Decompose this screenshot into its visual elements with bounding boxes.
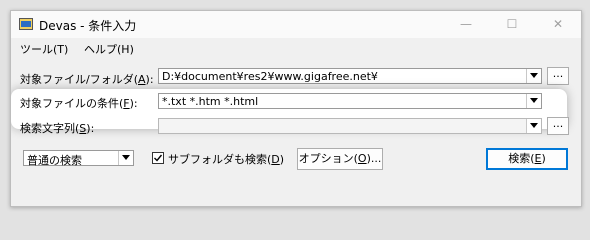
search-mode-dropdown-arrow[interactable] <box>118 151 133 165</box>
browse-folder-button[interactable]: ... <box>547 67 569 85</box>
app-icon <box>19 18 33 30</box>
search-string-combo[interactable] <box>158 118 542 134</box>
file-condition-combo[interactable]: *.txt *.htm *.html <box>158 93 542 109</box>
close-button[interactable]: ✕ <box>535 11 581 38</box>
target-folder-label: 対象ファイル/フォルダ(A): <box>20 73 154 86</box>
maximize-button[interactable]: ☐ <box>489 11 535 38</box>
minimize-button[interactable]: — <box>443 11 489 38</box>
chevron-down-icon <box>122 155 130 160</box>
target-folder-dropdown-arrow[interactable] <box>526 69 541 83</box>
search-mode-value: 普通の検索 <box>27 154 82 167</box>
title-bar: Devas - 条件入力 — ☐ ✕ <box>11 11 581 38</box>
search-options-browse-button[interactable]: ... <box>547 117 569 135</box>
chevron-down-icon <box>530 98 538 103</box>
search-button[interactable]: 検索(E) <box>486 148 568 170</box>
search-mode-select[interactable]: 普通の検索 <box>23 150 134 167</box>
chevron-down-icon <box>530 73 538 78</box>
window-title: Devas - 条件入力 <box>39 19 137 33</box>
file-condition-value: *.txt *.htm *.html <box>162 95 259 108</box>
target-folder-value: D:¥document¥res2¥www.gigafree.net¥ <box>162 70 378 83</box>
search-string-label: 検索文字列(S): <box>20 122 95 135</box>
search-string-dropdown-arrow[interactable] <box>526 119 541 133</box>
chevron-down-icon <box>530 123 538 128</box>
file-condition-label: 対象ファイルの条件(F): <box>20 97 138 110</box>
target-folder-combo[interactable]: D:¥document¥res2¥www.gigafree.net¥ <box>158 68 542 84</box>
check-icon <box>154 154 163 162</box>
menu-tools[interactable]: ツール(T) <box>20 41 68 57</box>
file-condition-dropdown-arrow[interactable] <box>526 94 541 108</box>
subfolder-label[interactable]: サブフォルダも検索(D) <box>168 151 284 167</box>
menu-help[interactable]: ヘルプ(H) <box>84 41 134 57</box>
menu-bar: ツール(T) ヘルプ(H) <box>11 39 581 58</box>
dialog-window: Devas - 条件入力 — ☐ ✕ ツール(T) ヘルプ(H) 対象ファイル/… <box>10 10 582 207</box>
options-button[interactable]: オプション(O)... <box>297 148 383 170</box>
subfolder-checkbox[interactable] <box>152 152 164 164</box>
